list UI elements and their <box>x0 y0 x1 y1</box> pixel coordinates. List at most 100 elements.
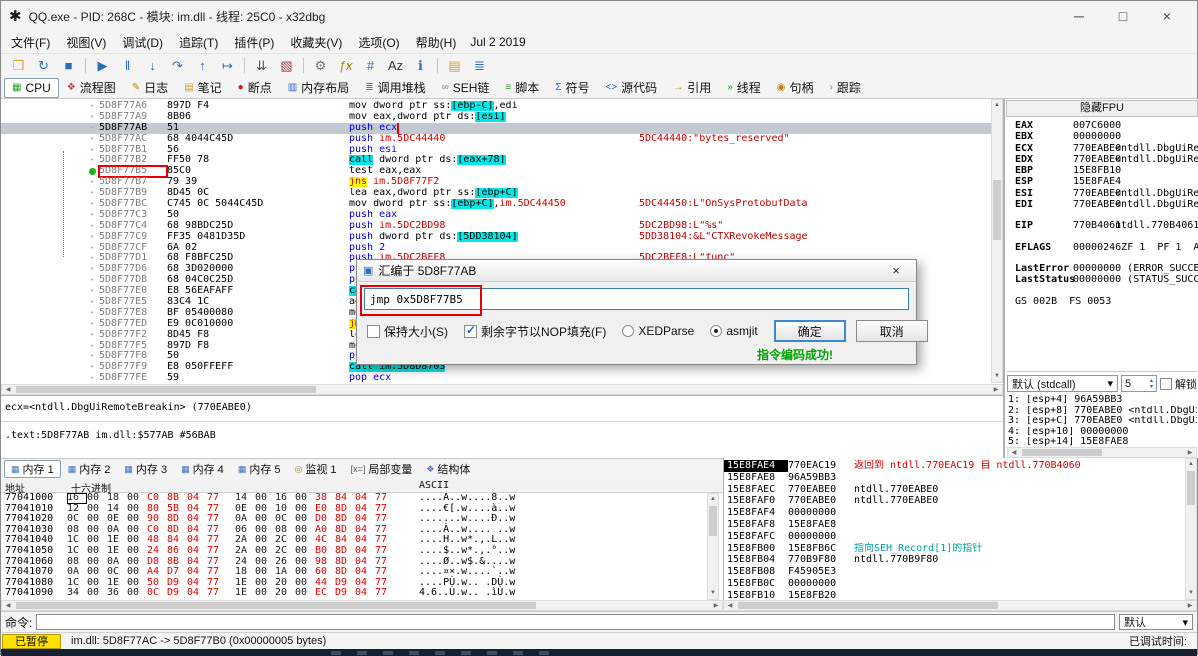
tab-breakpoints[interactable]: ● 断点 <box>230 78 280 98</box>
scrollbar-thumb[interactable] <box>993 180 1001 240</box>
tab-struct[interactable]: ❖ 结构体 <box>419 460 477 478</box>
taskbar-icon[interactable] <box>409 650 419 655</box>
disasm-row[interactable]: 5D8F77B5 85C0 test eax,eax <box>1 165 992 179</box>
tab-notes[interactable]: ▤ 笔记 <box>176 78 229 98</box>
asmjit-radio[interactable] <box>710 325 723 337</box>
pause-button[interactable]: ‖ <box>116 56 139 76</box>
taskbar-icon[interactable] <box>383 650 393 655</box>
scroll-right-arrow-icon[interactable]: ▶ <box>1184 448 1196 457</box>
stack-row[interactable]: 15E8FAF8 15E8FAE8 <box>724 519 1186 531</box>
minimize-button[interactable]: ─ <box>1057 3 1101 29</box>
menu-item[interactable]: 视图(V) <box>58 34 114 52</box>
tab-watch-1[interactable]: ◎ 监视 1 <box>288 460 344 478</box>
scroll-left-arrow-icon[interactable]: ◀ <box>2 385 14 394</box>
hide-fpu-button[interactable]: 隐藏FPU <box>1006 100 1198 117</box>
register-row[interactable]: LastError00000000 (ERROR_SUCCESS) <box>1015 263 1198 274</box>
step-into-button[interactable]: ↓ <box>141 56 164 76</box>
disasm-row[interactable]: • 5D8F77C4 68 98BDC25D push im.5DC2BD98 5DC2… <box>1 220 992 232</box>
open-file-button[interactable]: ❒ <box>7 56 30 76</box>
tab-cpu[interactable]: ▦ CPU <box>4 77 59 98</box>
stack-row[interactable]: 15E8FB10 15E8FB20 <box>724 590 1186 600</box>
disasm-row[interactable]: • 5D8F77B1 56 push esi <box>1 144 992 156</box>
scrollbar-thumb[interactable] <box>16 602 536 609</box>
stack-row[interactable]: 15E8FAFC 00000000 <box>724 531 1186 543</box>
command-input[interactable] <box>36 614 1115 630</box>
info-button[interactable]: ℹ <box>409 56 432 76</box>
stack-vertical-scrollbar[interactable]: ▲ ▼ <box>1185 458 1197 600</box>
hash-button[interactable]: # <box>359 56 382 76</box>
tab-memory-4[interactable]: ▦ 内存 4 <box>174 460 231 478</box>
log-window-button[interactable]: ≣ <box>468 56 491 76</box>
menu-item[interactable]: 调试(D) <box>114 34 171 52</box>
disasm-row[interactable]: • 5D8F77C3 50 push eax <box>1 209 992 221</box>
stack-row[interactable]: 15E8FAEC 770EABE0 ntdll.770EABE0 <box>724 484 1186 496</box>
stack-row[interactable]: 15E8FAE4 770EAC19 返回到 ntdll.770EAC19 自 ntd… <box>724 460 1186 472</box>
taskbar-icon[interactable] <box>513 650 523 655</box>
command-mode-dropdown[interactable]: 默认 ▾ <box>1119 614 1193 630</box>
memory-row[interactable]: 77041000 16 00 18 00 C0 8B 04 77 14 00 16 00 38 84 04 77… <box>1 493 707 504</box>
disasm-row[interactable]: • 5D8F77B9 8D45 0C lea eax,dword ptr ss:[eb… <box>1 187 992 199</box>
register-row[interactable]: EFLAGS 00000246 <box>1015 242 1121 253</box>
settings-gear-button[interactable]: ⚙ <box>309 56 332 76</box>
tab-memory-3[interactable]: ▦ 内存 3 <box>117 460 174 478</box>
tab-log[interactable]: ✎ 日志 <box>124 78 176 98</box>
stack-row[interactable]: 15E8FAF0 770EABE0 ntdll.770EABE0 <box>724 495 1186 507</box>
scroll-down-arrow-icon[interactable]: ▼ <box>708 588 718 599</box>
tab-graph[interactable]: ❖ 流程图 <box>59 78 124 98</box>
scrollbar-thumb[interactable] <box>738 602 998 609</box>
stack-row[interactable]: 15E8FB00 15E8FB6C 指向SEH_Record[1]的指针 <box>724 543 1186 555</box>
tab-source[interactable]: <> 源代码 <box>597 78 665 98</box>
disasm-row[interactable]: • 5D8F77CF 6A 02 push 2 <box>1 242 992 254</box>
step-over-button[interactable]: ↷ <box>166 56 189 76</box>
scroll-up-arrow-icon[interactable]: ▲ <box>992 100 1002 111</box>
argument-row[interactable]: 4: [esp+10] 00000000 <box>1008 427 1197 438</box>
disasm-row[interactable]: • 5D8F77A9 8B06 mov eax,dword ptr ds:[esi] <box>1 111 992 123</box>
taskbar-icon[interactable] <box>357 650 367 655</box>
taskbar-icon[interactable] <box>539 650 549 655</box>
unlock-checkbox[interactable]: 解锁 <box>1160 376 1197 392</box>
taskbar-icon[interactable] <box>461 650 471 655</box>
patches-button[interactable]: ▧ <box>275 56 298 76</box>
disasm-row[interactable]: • 5D8F77AC 68 4044C45D push im.5DC44440 5DC4… <box>1 133 992 145</box>
close-button[interactable]: × <box>1145 3 1189 29</box>
tab-seh[interactable]: ∞ SEH链 <box>434 78 498 98</box>
notes-button[interactable]: ▤ <box>443 56 466 76</box>
trace-button[interactable]: ⇊ <box>250 56 273 76</box>
stack-row[interactable]: 15E8FB04 770B9F80 ntdll.770B9F80 <box>724 554 1186 566</box>
disasm-row[interactable]: • 5D8F77BC C745 0C 5044C45D mov dword ptr s… <box>1 198 992 210</box>
register-row[interactable]: EBX 00000000 <box>1015 131 1121 142</box>
nop-fill-checkbox[interactable] <box>464 323 477 338</box>
menu-item[interactable]: 追踪(T) <box>171 34 226 52</box>
scroll-left-arrow-icon[interactable]: ◀ <box>1008 448 1020 457</box>
scroll-down-arrow-icon[interactable]: ▼ <box>1186 588 1196 599</box>
strings-az-button[interactable]: Az <box>384 56 407 76</box>
scrollbar-thumb[interactable] <box>1022 449 1102 456</box>
register-row[interactable]: ECX 770EABE0<ntdll.DbgUiRemoteBreakin> <box>1015 143 1198 154</box>
argument-depth-spinner[interactable]: 5 ▴ ▾ <box>1121 375 1157 392</box>
tab-memory-map[interactable]: ▥ 内存布局 <box>280 78 357 98</box>
scroll-right-arrow-icon[interactable]: ▶ <box>1184 601 1196 610</box>
scroll-down-arrow-icon[interactable]: ▼ <box>992 371 1002 382</box>
tab-call-stack[interactable]: ≣ 调用堆栈 <box>357 78 433 98</box>
memory-row[interactable]: 77041090 34 00 36 00 0C D9 04 77 1E 00 20 00 EC D9 04 77… <box>1 588 707 599</box>
scroll-up-arrow-icon[interactable]: ▲ <box>708 494 718 505</box>
dialog-close-icon[interactable]: × <box>882 263 910 278</box>
disasm-row[interactable]: • 5D8F77AB 51 push ecx <box>1 122 992 134</box>
tab-symbols[interactable]: Σ 符号 <box>547 78 597 98</box>
tab-references[interactable]: → 引用 <box>665 78 719 98</box>
restart-button[interactable]: ↻ <box>32 56 55 76</box>
tab-handles[interactable]: ◉ 句柄 <box>769 78 822 98</box>
register-row[interactable]: ESI 770EABE0<ntdll.DbgUiRemoteBreakin> <box>1015 188 1198 199</box>
menu-item[interactable]: 选项(O) <box>350 34 407 52</box>
tab-threads[interactable]: » 线程 <box>719 78 769 98</box>
dialog-title-bar[interactable]: ▣ 汇编于 5D8F77AB × <box>357 260 916 282</box>
scrollbar-thumb[interactable] <box>1187 471 1195 505</box>
argument-row[interactable]: 2: [esp+8] 770EABE0 <ntdll.DbgUiRemoteBr… <box>1008 406 1197 417</box>
scroll-up-arrow-icon[interactable]: ▲ <box>1186 459 1196 470</box>
argument-row[interactable]: 3: [esp+C] 770EABE0 <ntdll.DbgUiRemoteBr… <box>1008 416 1197 427</box>
argument-row[interactable]: 1: [esp+4] 96A59BB3 <box>1008 395 1197 406</box>
tab-script[interactable]: ≡ 脚本 <box>497 78 547 98</box>
menu-item[interactable]: 插件(P) <box>226 34 282 52</box>
register-row[interactable]: ESP 15E8FAE4 <box>1015 176 1121 187</box>
taskbar-icon[interactable] <box>435 650 445 655</box>
